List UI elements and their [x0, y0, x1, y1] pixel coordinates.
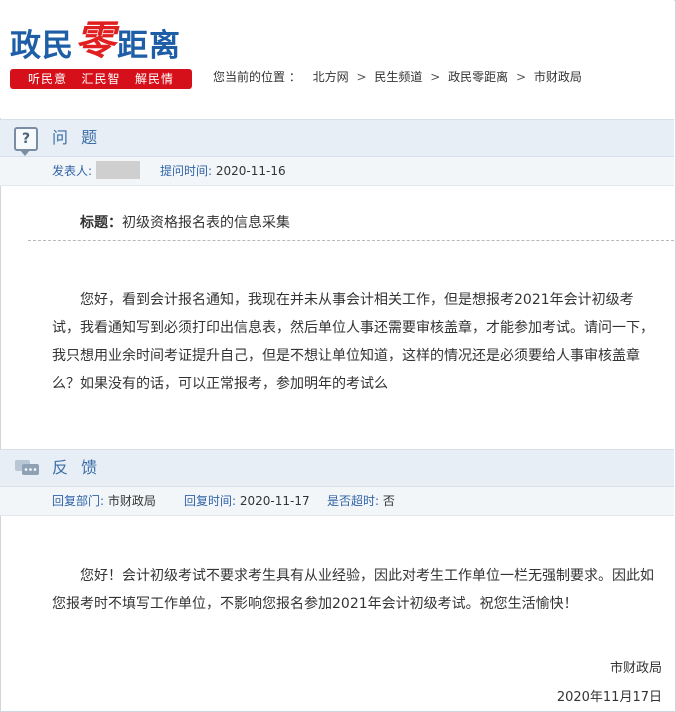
- slogan-item: 解民情: [134, 72, 174, 86]
- chat-bubble-icon: [15, 460, 39, 475]
- breadcrumb-link[interactable]: 民生频道: [374, 70, 422, 84]
- question-time-label: 提问时间:: [160, 164, 213, 178]
- reply-time-value: 2020-11-17: [239, 494, 310, 508]
- site-header: 政民零距离 听民意 汇民智 解民情 您当前的位置 ： 北方网 > 民生频道 > …: [0, 0, 674, 118]
- logo-text-accent: 零: [75, 17, 116, 64]
- site-logo[interactable]: 政民零距离: [10, 10, 181, 68]
- divider: [28, 240, 674, 241]
- question-section-header: ? 问 题: [0, 119, 674, 157]
- question-meta: 发表人: 提问时间: 2020-11-16: [0, 157, 674, 186]
- poster-label: 发表人:: [52, 164, 93, 178]
- question-subject: 标题：初级资格报名表的信息采集: [80, 212, 290, 232]
- chevron-right-icon: >: [356, 70, 367, 84]
- reply-meta: 回复部门: 市财政局 回复时间: 2020-11-17 是否超时: 否: [0, 487, 674, 516]
- reply-section-header: 反 馈: [0, 449, 674, 487]
- overdue-label: 是否超时:: [327, 494, 380, 508]
- reply-signature: 市财政局: [609, 661, 662, 676]
- reply-section-title: 反 馈: [52, 458, 102, 477]
- poster-name-masked: [95, 161, 140, 179]
- breadcrumb-link[interactable]: 市财政局: [534, 70, 582, 84]
- question-section-title: 问 题: [52, 128, 102, 147]
- subject-value: 初级资格报名表的信息采集: [122, 215, 290, 231]
- question-time-value: 2020-11-16: [215, 164, 286, 178]
- slogan-banner: 听民意 汇民智 解民情: [10, 69, 192, 89]
- reply-time-label: 回复时间:: [184, 494, 237, 508]
- breadcrumb-label: 您当前的位置 ：: [213, 70, 301, 84]
- slogan-item: 听民意: [28, 72, 68, 86]
- subject-label: 标题：: [80, 215, 122, 231]
- slogan-item: 汇民智: [81, 72, 121, 86]
- question-body: 您好，看到会计报名通知，我现在并未从事会计相关工作，但是想报考2021年会计初级…: [52, 292, 654, 392]
- reply-dept-value: 市财政局: [107, 494, 156, 508]
- reply-date: 2020年11月17日: [556, 690, 662, 705]
- overdue-value: 否: [382, 494, 395, 508]
- logo-text-pre: 政民: [10, 28, 74, 64]
- breadcrumb-link[interactable]: 北方网: [313, 70, 349, 84]
- chevron-right-icon: >: [430, 70, 441, 84]
- reply-dept-label: 回复部门:: [52, 494, 105, 508]
- logo-text-post: 距离: [117, 28, 181, 64]
- chevron-right-icon: >: [515, 70, 527, 84]
- question-icon: ?: [14, 127, 38, 156]
- breadcrumb: 您当前的位置 ： 北方网 > 民生频道 > 政民零距离 > 市财政局: [213, 68, 582, 85]
- breadcrumb-link[interactable]: 政民零距离: [448, 70, 508, 84]
- reply-body: 您好！会计初级考试不要求考生具有从业经验，因此对考生工作单位一栏无强制要求。因此…: [52, 568, 654, 612]
